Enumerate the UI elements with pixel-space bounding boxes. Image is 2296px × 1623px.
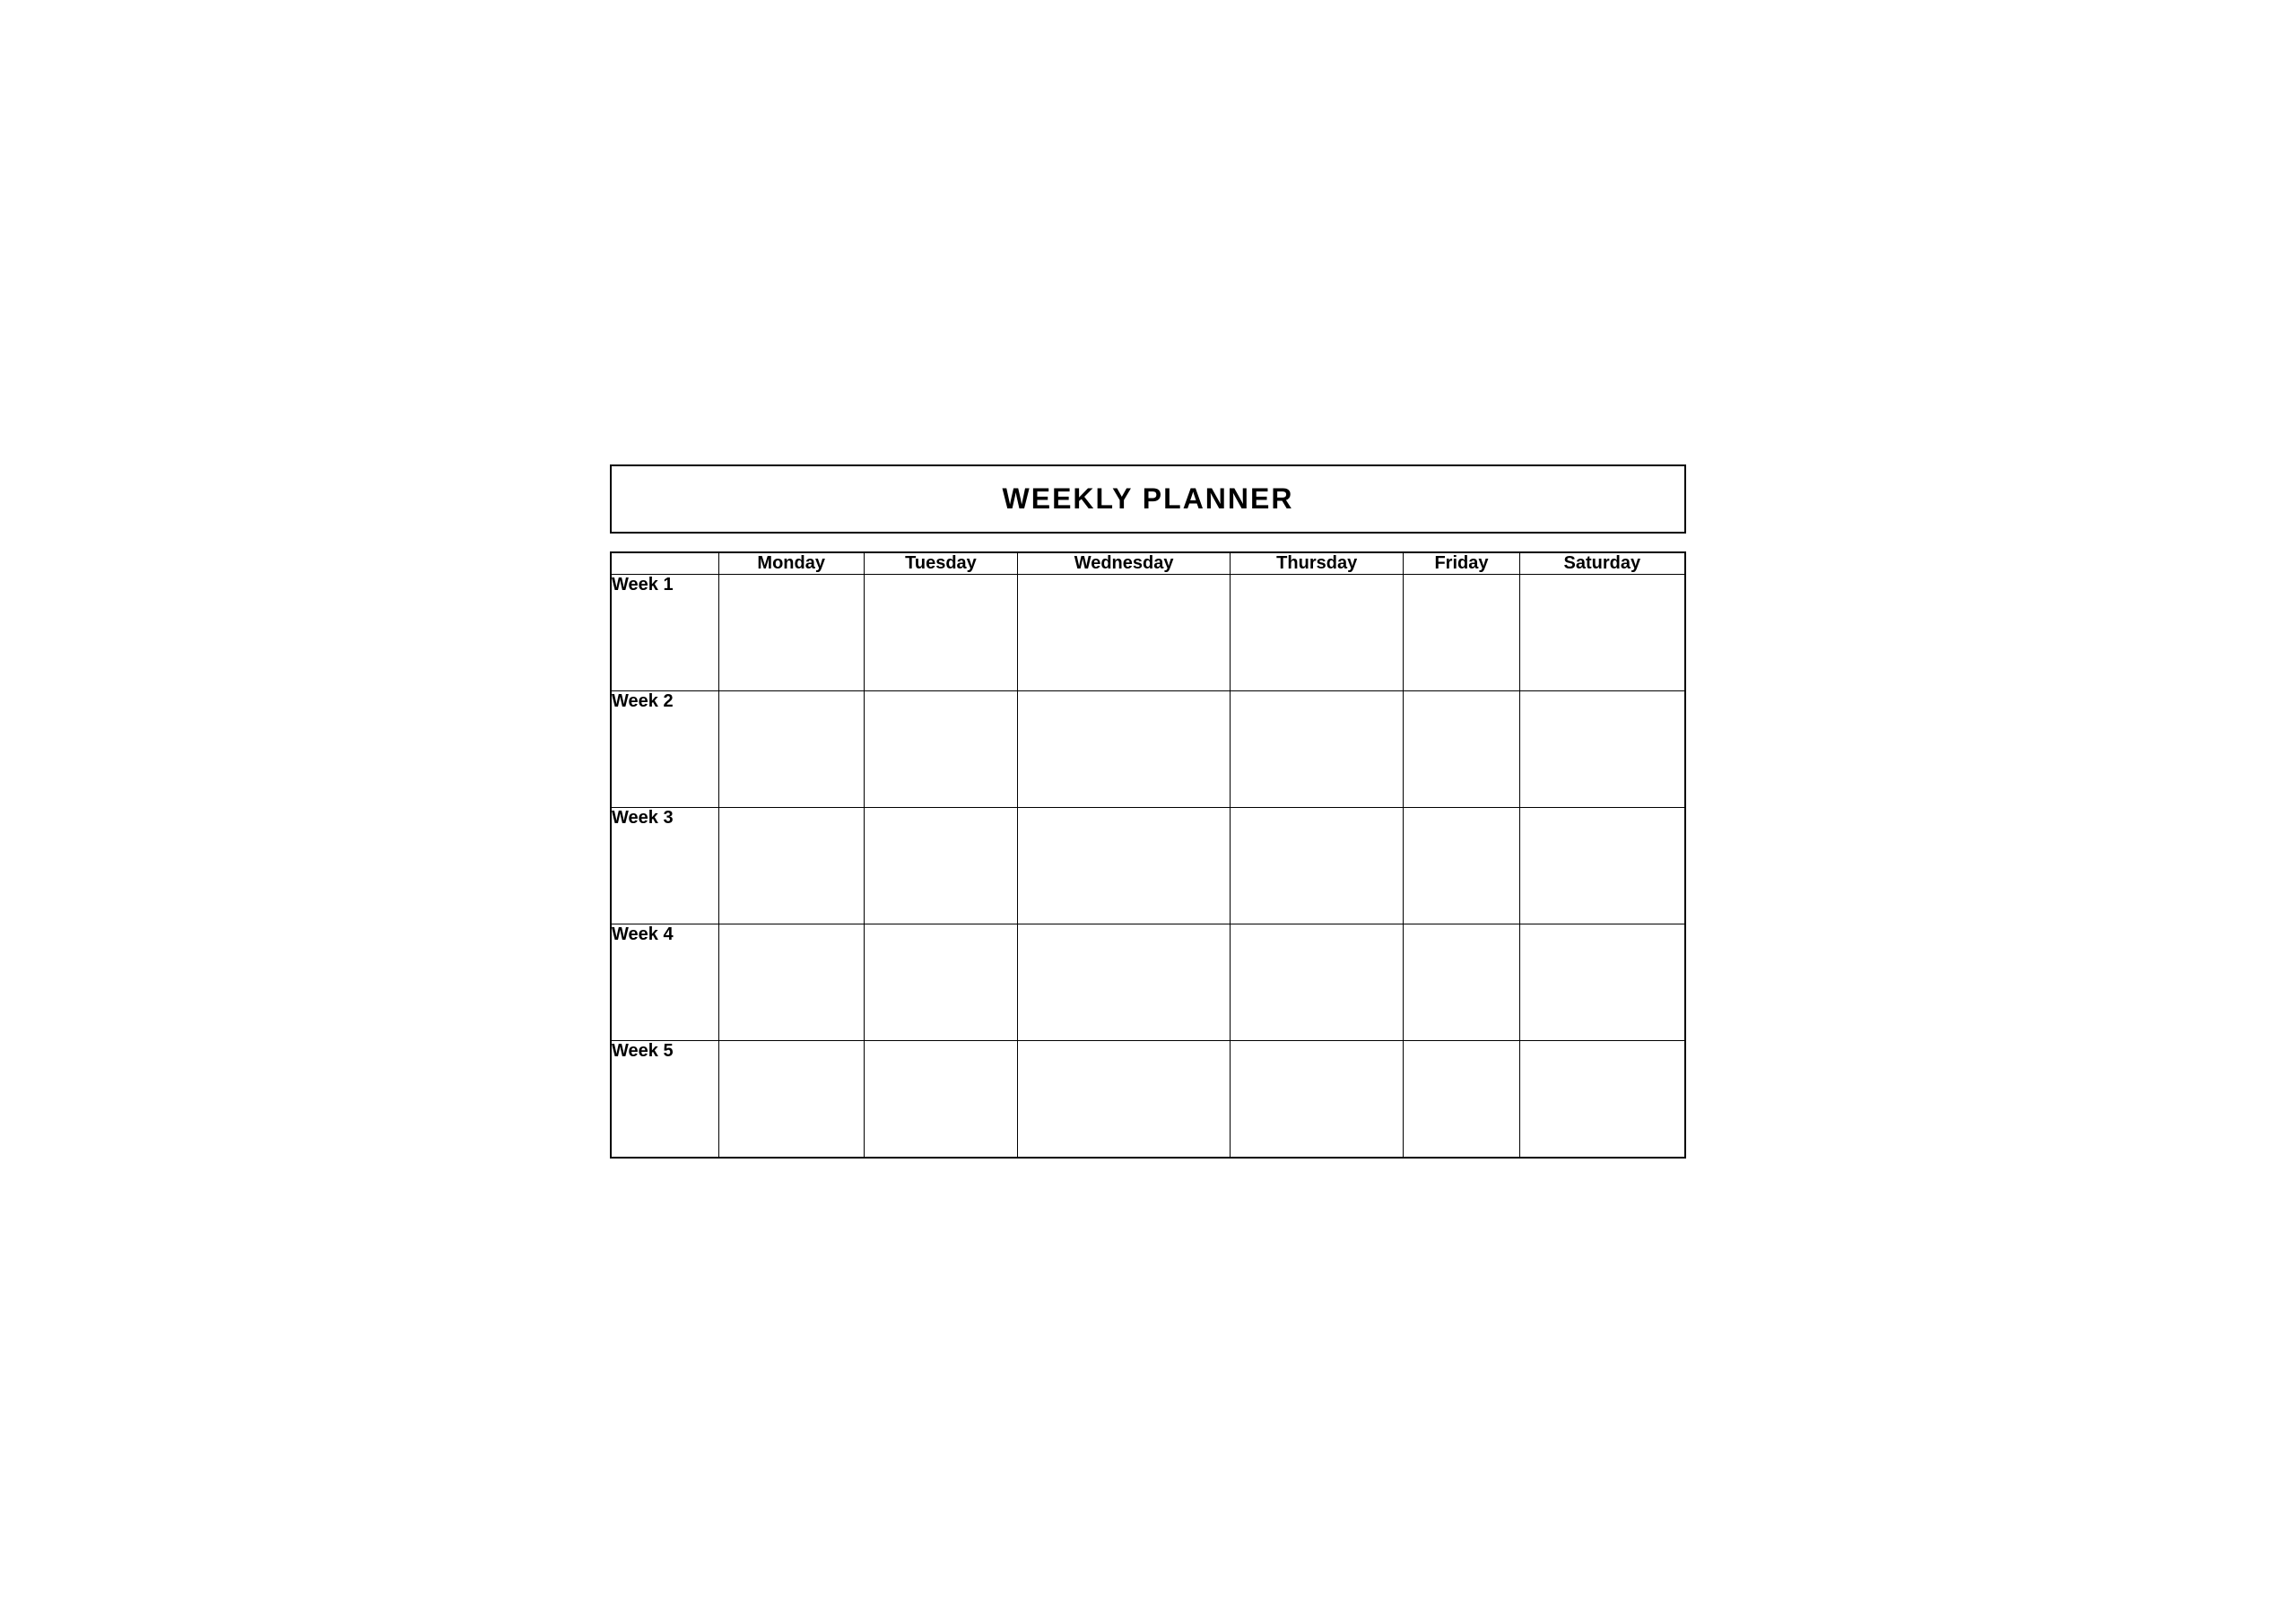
cell-week3-day2[interactable] — [864, 808, 1017, 924]
cell-week5-day1[interactable] — [718, 1041, 864, 1158]
table-row: Week 5 — [611, 1041, 1685, 1158]
header-saturday: Saturday — [1519, 552, 1685, 575]
week-label-1: Week 1 — [611, 575, 718, 691]
cell-week4-day6[interactable] — [1519, 924, 1685, 1041]
cell-week1-day5[interactable] — [1404, 575, 1519, 691]
cell-week3-day6[interactable] — [1519, 808, 1685, 924]
table-row: Week 1 — [611, 575, 1685, 691]
cell-week4-day5[interactable] — [1404, 924, 1519, 1041]
week-label-2: Week 2 — [611, 691, 718, 808]
cell-week2-day4[interactable] — [1231, 691, 1404, 808]
cell-week4-day3[interactable] — [1018, 924, 1231, 1041]
header-friday: Friday — [1404, 552, 1519, 575]
planner-container: WEEKLY PLANNER Monday Tuesday Wednesday … — [610, 464, 1686, 1159]
table-row: Week 3 — [611, 808, 1685, 924]
header-thursday: Thursday — [1231, 552, 1404, 575]
cell-week4-day2[interactable] — [864, 924, 1017, 1041]
cell-week2-day6[interactable] — [1519, 691, 1685, 808]
table-row: Week 4 — [611, 924, 1685, 1041]
cell-week3-day5[interactable] — [1404, 808, 1519, 924]
week-label-3: Week 3 — [611, 808, 718, 924]
cell-week4-day1[interactable] — [718, 924, 864, 1041]
cell-week5-day6[interactable] — [1519, 1041, 1685, 1158]
planner-title-box: WEEKLY PLANNER — [610, 464, 1686, 534]
header-tuesday: Tuesday — [864, 552, 1017, 575]
cell-week1-day1[interactable] — [718, 575, 864, 691]
planner-table: Monday Tuesday Wednesday Thursday Friday… — [610, 551, 1686, 1159]
cell-week2-day5[interactable] — [1404, 691, 1519, 808]
header-wednesday: Wednesday — [1018, 552, 1231, 575]
cell-week4-day4[interactable] — [1231, 924, 1404, 1041]
cell-week1-day6[interactable] — [1519, 575, 1685, 691]
cell-week3-day1[interactable] — [718, 808, 864, 924]
cell-week3-day3[interactable] — [1018, 808, 1231, 924]
cell-week1-day3[interactable] — [1018, 575, 1231, 691]
cell-week2-day1[interactable] — [718, 691, 864, 808]
cell-week2-day2[interactable] — [864, 691, 1017, 808]
cell-week3-day4[interactable] — [1231, 808, 1404, 924]
header-monday: Monday — [718, 552, 864, 575]
week-label-5: Week 5 — [611, 1041, 718, 1158]
cell-week2-day3[interactable] — [1018, 691, 1231, 808]
planner-title: WEEKLY PLANNER — [1003, 482, 1294, 515]
week-label-4: Week 4 — [611, 924, 718, 1041]
table-row: Week 2 — [611, 691, 1685, 808]
cell-week5-day5[interactable] — [1404, 1041, 1519, 1158]
cell-week5-day4[interactable] — [1231, 1041, 1404, 1158]
cell-week1-day4[interactable] — [1231, 575, 1404, 691]
cell-week5-day3[interactable] — [1018, 1041, 1231, 1158]
cell-week1-day2[interactable] — [864, 575, 1017, 691]
header-row: Monday Tuesday Wednesday Thursday Friday… — [611, 552, 1685, 575]
header-empty — [611, 552, 718, 575]
cell-week5-day2[interactable] — [864, 1041, 1017, 1158]
